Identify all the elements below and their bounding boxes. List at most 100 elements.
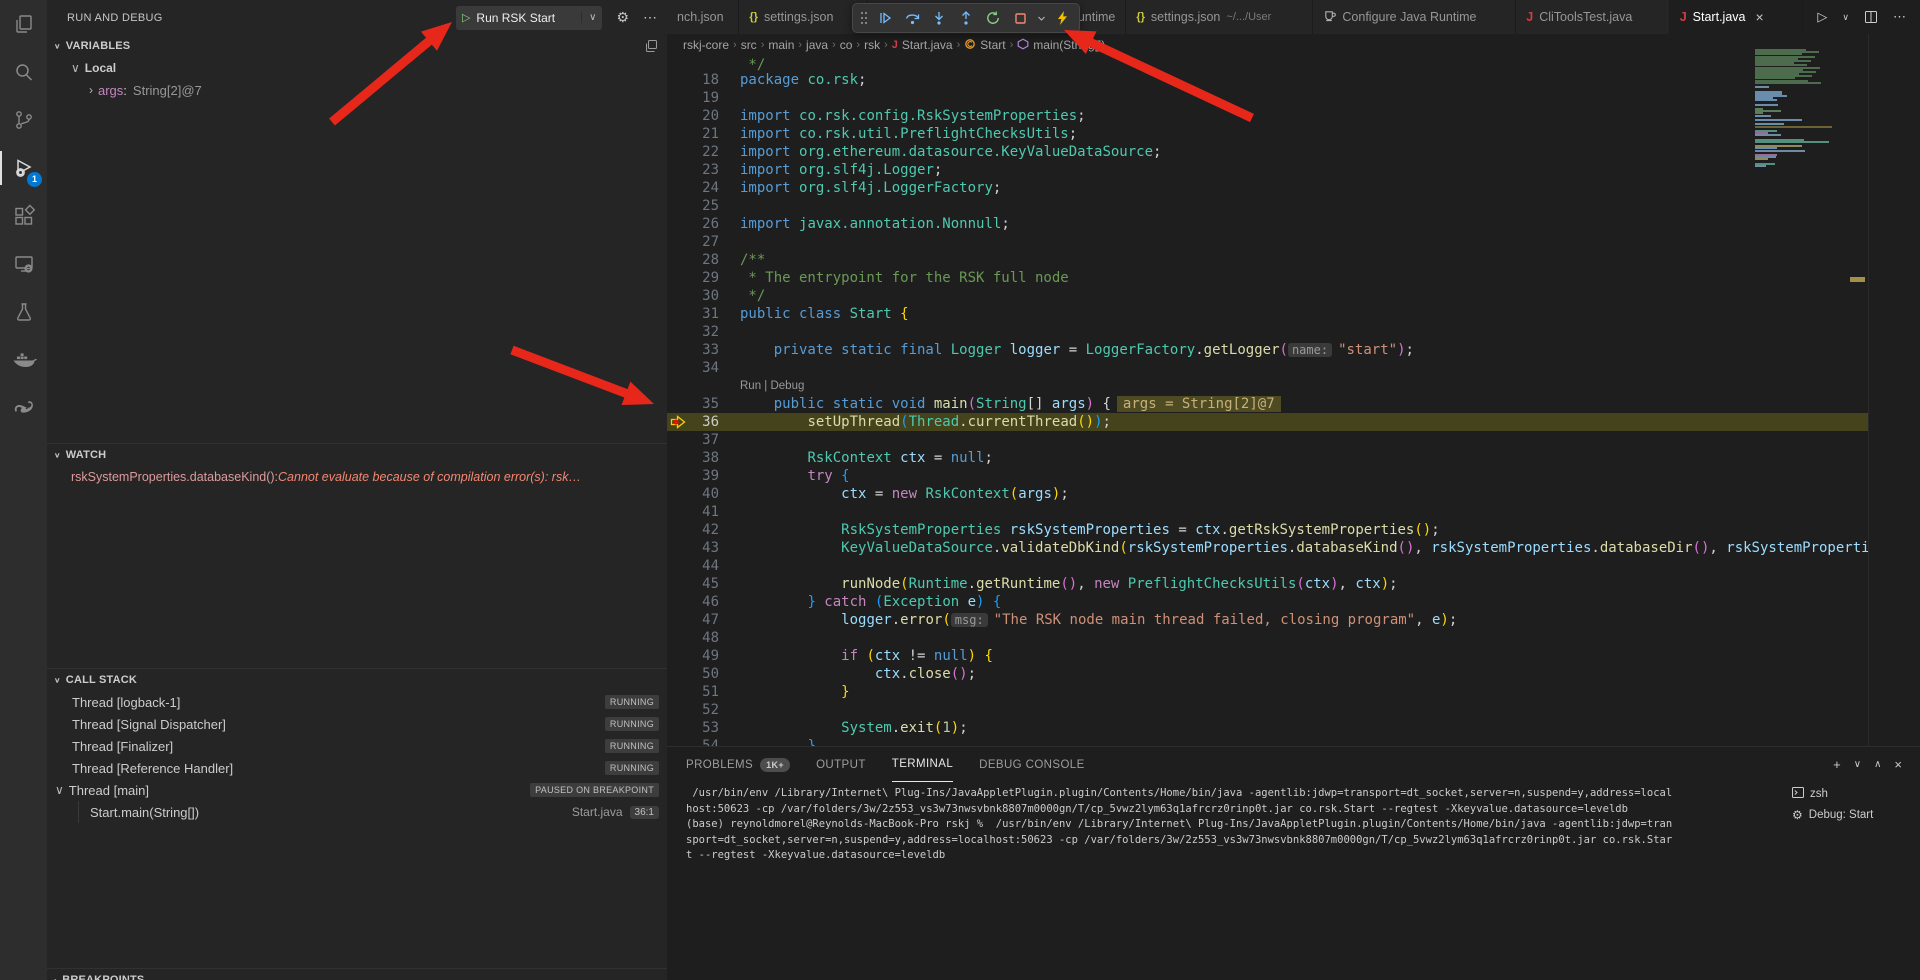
code-line-29[interactable]: 29 * The entrypoint for the RSK full nod… [667,269,1868,287]
call-stack-header[interactable]: ∨ CALL STACK [47,669,667,691]
code-line-25[interactable]: 25 [667,197,1868,215]
breadcrumb-main[interactable]: main [768,38,794,52]
call-stack-row-thread-logback-1[interactable]: Thread [logback-1]RUNNING [47,691,667,713]
activity-item-remote-explorer[interactable] [0,240,47,288]
code-line-43[interactable]: 43 KeyValueDataSource.validateDbKind(rsk… [667,539,1868,557]
watch-expression-row[interactable]: rskSystemProperties.databaseKind(): Cann… [47,466,667,488]
code-line-47[interactable]: 47 logger.error(msg:"The RSK node main t… [667,611,1868,629]
code-line-54[interactable]: 54 } [667,737,1868,746]
call-stack-row-start-main-string[interactable]: Start.main(String[])Start.java36:1 [47,801,667,823]
maximize-panel-icon[interactable]: ∧ [1874,759,1881,770]
tab-clitoolstest-java[interactable]: JCliToolsTest.java [1516,0,1669,34]
code-line-40[interactable]: 40 ctx = new RskContext(args); [667,485,1868,503]
breadcrumb-co[interactable]: co [840,38,853,52]
terminal-tab-debug-start[interactable]: ⚙Debug: Start [1786,804,1914,825]
more-actions-icon[interactable]: ⋯ [1893,9,1906,25]
breadcrumb-main-string[interactable]: main(String[]) [1017,38,1105,53]
call-stack-row-thread-reference-handler[interactable]: Thread [Reference Handler]RUNNING [47,757,667,779]
variables-header[interactable]: ∨ VARIABLES [47,35,667,57]
breadcrumb-start[interactable]: Start [964,38,1005,53]
tab-configure-java-runtime[interactable]: Configure Java Runtime [1313,0,1516,34]
breadcrumb-src[interactable]: src [741,38,757,52]
tab-nch-json[interactable]: nch.json [667,0,739,34]
new-terminal-icon[interactable]: + [1833,757,1841,772]
activity-item-testing[interactable] [0,288,47,336]
code-line-27[interactable]: 27 [667,233,1868,251]
code-line-49[interactable]: 49 if (ctx != null) { [667,647,1868,665]
code-line-50[interactable]: 50 ctx.close(); [667,665,1868,683]
code-line-20[interactable]: 20import co.rsk.config.RskSystemProperti… [667,107,1868,125]
restart-icon[interactable] [981,6,1005,30]
code-line-46[interactable]: 46 } catch (Exception e) { [667,593,1868,611]
variable-row-args[interactable]: › args : String[2]@7 [47,79,667,101]
activity-item-explorer[interactable] [0,0,47,48]
start-debug-icon[interactable]: ▷ [462,11,470,24]
activity-item-docker[interactable] [0,336,47,384]
code-line-34[interactable]: 34 [667,359,1868,377]
activity-item-run-and-debug[interactable]: 1 [0,144,47,192]
code-line-44[interactable]: 44 [667,557,1868,575]
stop-icon[interactable] [1008,6,1032,30]
breadcrumb-start-java[interactable]: JStart.java [892,38,953,52]
call-stack-row-thread-finalizer[interactable]: Thread [Finalizer]RUNNING [47,735,667,757]
activity-item-search[interactable] [0,48,47,96]
run-editor-icon[interactable]: ▷ [1817,9,1827,25]
call-stack-row-thread-main[interactable]: ∨Thread [main]PAUSED ON BREAKPOINT [47,779,667,801]
code-line-35[interactable]: 35 public static void main(String[] args… [667,395,1868,413]
code-line-53[interactable]: 53 System.exit(1); [667,719,1868,737]
run-editor-dropdown-icon[interactable]: ∨ [1842,12,1849,23]
code-line-31[interactable]: 31public class Start { [667,305,1868,323]
code-line-48[interactable]: 48 [667,629,1868,647]
more-actions-icon[interactable]: ⋯ [643,9,657,26]
code-line-19[interactable]: 19 [667,89,1868,107]
step-over-icon[interactable] [900,6,924,30]
code-line-36[interactable]: 36 setUpThread(Thread.currentThread()); [667,413,1868,431]
code-line-33[interactable]: 33 private static final Logger logger = … [667,341,1868,359]
codelens-run-debug[interactable]: Run | Debug [667,377,1868,395]
close-panel-icon[interactable]: × [1894,757,1902,772]
terminal-output[interactable]: /usr/bin/env /Library/Internet\ Plug-Ins… [686,786,1672,864]
panel-tab-terminal[interactable]: TERMINAL [892,748,953,782]
breakpoints-header[interactable]: › BREAKPOINTS [47,969,667,980]
terminal-profile-dropdown-icon[interactable]: ∨ [1854,759,1861,770]
step-into-icon[interactable] [927,6,951,30]
code-line-18[interactable]: 18package co.rsk; [667,71,1868,89]
code-line-26[interactable]: 26import javax.annotation.Nonnull; [667,215,1868,233]
watch-header[interactable]: ∨ WATCH [47,444,667,466]
stop-dropdown-icon[interactable] [1035,6,1047,30]
code-line-41[interactable]: 41 [667,503,1868,521]
code-line-42[interactable]: 42 RskSystemProperties rskSystemProperti… [667,521,1868,539]
code-line-39[interactable]: 39 try { [667,467,1868,485]
code-editor[interactable]: */18package co.rsk;1920import co.rsk.con… [667,56,1868,746]
activity-item-gradle[interactable] [0,384,47,432]
code-line-24[interactable]: 24import org.slf4j.LoggerFactory; [667,179,1868,197]
code-line-32[interactable]: 32 [667,323,1868,341]
hot-code-replace-icon[interactable] [1050,6,1074,30]
variables-scope-local[interactable]: ∨ Local [47,57,667,79]
breadcrumb-rsk[interactable]: rsk [864,38,880,52]
launch-config-dropdown[interactable]: ▷ Run RSK Start ∨ [456,6,603,30]
call-stack-row-thread-signal-dispatcher[interactable]: Thread [Signal Dispatcher]RUNNING [47,713,667,735]
split-editor-icon[interactable] [1864,10,1878,24]
panel-tab-output[interactable]: OUTPUT [816,748,866,782]
close-icon[interactable]: × [1755,9,1763,25]
code-line-28[interactable]: 28/** [667,251,1868,269]
code-line-22[interactable]: 22import org.ethereum.datasource.KeyValu… [667,143,1868,161]
activity-item-extensions[interactable] [0,192,47,240]
code-line-52[interactable]: 52 [667,701,1868,719]
gear-icon[interactable]: ⚙ [616,9,629,26]
code-line-21[interactable]: 21import co.rsk.util.PreflightChecksUtil… [667,125,1868,143]
panel-tab-debug-console[interactable]: DEBUG CONSOLE [979,748,1085,782]
step-out-icon[interactable] [954,6,978,30]
code-line-38[interactable]: 38 RskContext ctx = null; [667,449,1868,467]
chevron-down-icon[interactable]: ∨ [581,12,596,23]
code-line-51[interactable]: 51 } [667,683,1868,701]
activity-item-source-control[interactable] [0,96,47,144]
breadcrumb-rskj-core[interactable]: rskj-core [683,38,729,52]
minimap[interactable] [1755,49,1832,167]
code-line-30[interactable]: 30 */ [667,287,1868,305]
continue-icon[interactable] [873,6,897,30]
split-squares-icon[interactable] [644,39,658,56]
panel-tab-problems[interactable]: PROBLEMS1K+ [686,748,790,782]
code-line-23[interactable]: 23import org.slf4j.Logger; [667,161,1868,179]
